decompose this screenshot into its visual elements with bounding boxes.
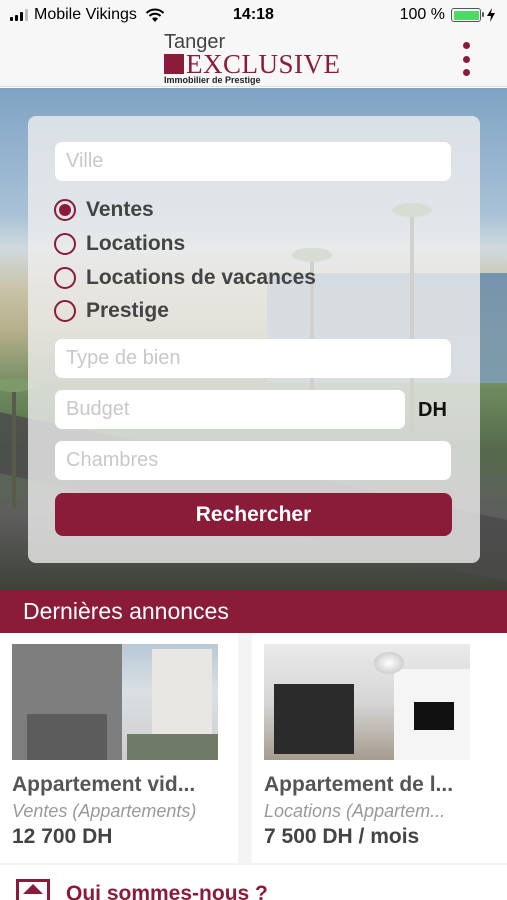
app-header: Tanger EXCLUSIVE Immobilier de Prestige: [0, 30, 507, 87]
listing-card[interactable]: Appartement de l... Locations (Appartem.…: [252, 633, 507, 863]
home-icon: [16, 879, 50, 900]
logo[interactable]: Tanger EXCLUSIVE Immobilier de Prestige: [164, 31, 364, 86]
listing-price: 7 500 DH / mois: [264, 825, 420, 848]
budget-field[interactable]: [55, 390, 405, 429]
about-label: Qui sommes-nous ?: [66, 882, 268, 900]
listing-carousel[interactable]: Appartement vid... Ventes (Appartements)…: [0, 633, 507, 865]
search-form: Ventes Locations Locations de vacances P…: [28, 116, 480, 563]
listing-photo[interactable]: [264, 644, 470, 760]
listing-card[interactable]: Appartement vid... Ventes (Appartements)…: [0, 633, 238, 863]
radio-button[interactable]: [54, 267, 76, 289]
battery-icon: [451, 8, 484, 22]
option-locations-vacances[interactable]: Locations de vacances: [54, 266, 316, 290]
radio-button[interactable]: [54, 300, 76, 322]
listing-category: Locations (Appartem...: [264, 801, 446, 821]
option-prestige[interactable]: Prestige: [54, 299, 169, 323]
listing-photo[interactable]: [12, 644, 218, 760]
radio-button[interactable]: [54, 233, 76, 255]
kebab-menu-icon[interactable]: [461, 42, 471, 76]
radio-button[interactable]: [54, 199, 76, 221]
search-button[interactable]: Rechercher: [55, 493, 452, 536]
option-label: Locations: [86, 232, 186, 255]
battery-status: 100 %: [400, 6, 495, 24]
currency-label: DH: [418, 399, 447, 421]
latest-listings-header: Dernières annonces: [0, 590, 507, 633]
status-bar: Mobile Vikings 14:18 100 %: [0, 0, 507, 30]
listing-category: Ventes (Appartements): [12, 801, 197, 821]
logo-tagline: Immobilier de Prestige: [164, 75, 261, 85]
about-link[interactable]: Qui sommes-nous ?: [0, 865, 507, 900]
option-label: Locations de vacances: [86, 266, 316, 289]
charging-icon: [487, 8, 495, 22]
battery-percent: 100 %: [399, 6, 445, 23]
listing-title: Appartement de l...: [264, 773, 454, 796]
logo-mark-icon: [164, 54, 184, 74]
option-ventes[interactable]: Ventes: [54, 198, 154, 222]
property-type-field[interactable]: [55, 339, 451, 378]
listing-title: Appartement vid...: [12, 773, 196, 796]
option-label: Ventes: [86, 198, 154, 221]
listing-price: 12 700 DH: [12, 825, 113, 848]
rooms-field[interactable]: [55, 441, 451, 480]
city-field[interactable]: [55, 142, 451, 181]
option-locations[interactable]: Locations: [54, 232, 185, 256]
option-label: Prestige: [86, 299, 169, 322]
